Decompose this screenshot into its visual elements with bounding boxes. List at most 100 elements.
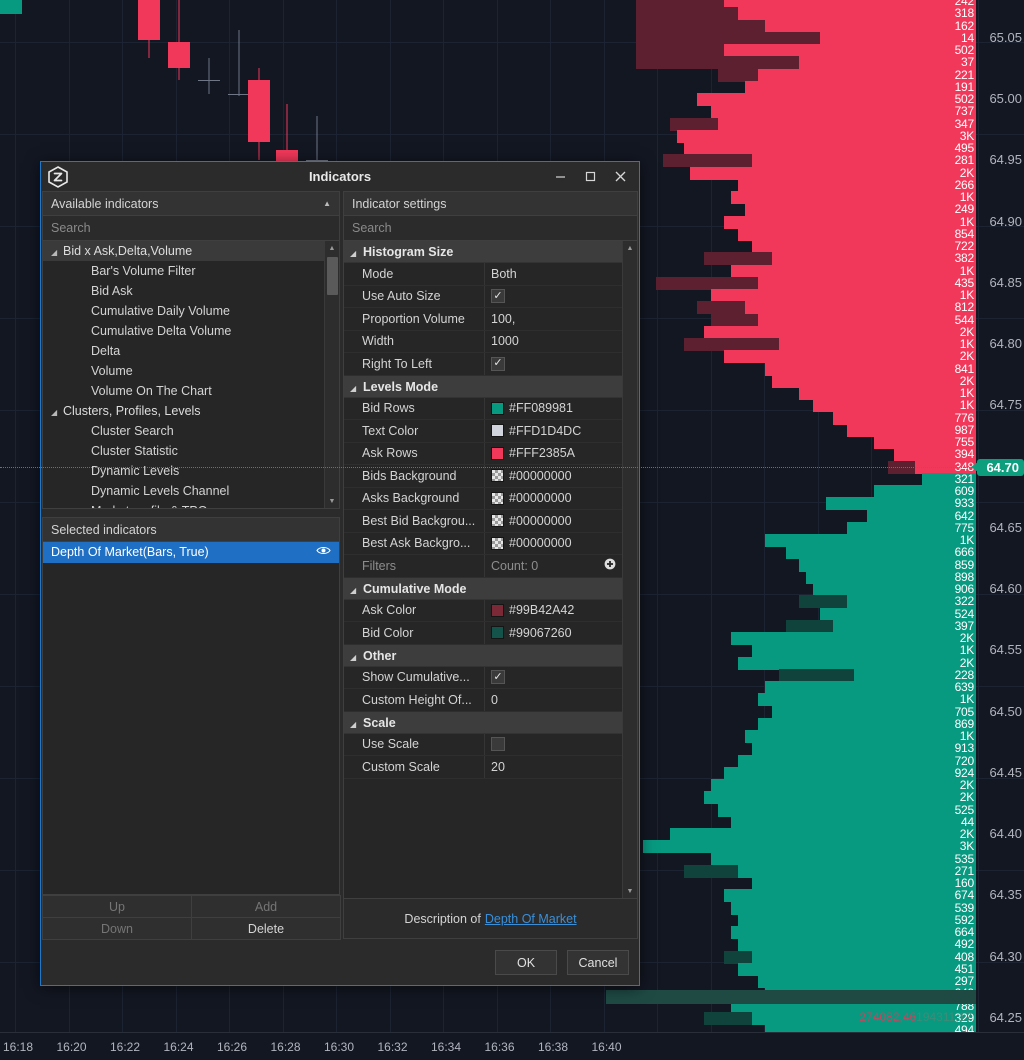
- settings-row[interactable]: Custom Height Of...0: [344, 689, 622, 712]
- settings-group-header[interactable]: ◢Other: [344, 645, 622, 667]
- color-swatch[interactable]: [491, 492, 504, 505]
- dom-row[interactable]: 318: [0, 7, 1024, 20]
- ok-button[interactable]: OK: [495, 950, 557, 975]
- settings-row[interactable]: Show Cumulative...✓: [344, 667, 622, 690]
- dom-row[interactable]: 737: [0, 105, 1024, 118]
- settings-checkbox[interactable]: ✓: [491, 289, 505, 303]
- scrollbar-thumb[interactable]: [327, 257, 338, 295]
- tree-item-row[interactable]: Delta: [43, 341, 339, 361]
- settings-row-value[interactable]: #00000000: [484, 510, 622, 532]
- selected-indicator-item[interactable]: Depth Of Market(Bars, True): [43, 542, 339, 563]
- color-swatch[interactable]: [491, 447, 504, 460]
- delete-indicator-button[interactable]: Delete: [191, 917, 341, 940]
- settings-row-value[interactable]: ✓: [484, 353, 622, 375]
- close-button[interactable]: [605, 162, 635, 191]
- color-swatch[interactable]: [491, 424, 504, 437]
- available-indicators-header[interactable]: Available indicators ▲: [42, 191, 340, 216]
- color-swatch[interactable]: [491, 626, 504, 639]
- scroll-up-arrow-icon[interactable]: ▲: [325, 241, 339, 255]
- dom-row[interactable]: 502: [0, 44, 1024, 57]
- description-link[interactable]: Depth Of Market: [485, 912, 577, 926]
- dom-row[interactable]: 495: [0, 142, 1024, 155]
- dom-row[interactable]: 50265.00: [0, 93, 1024, 106]
- settings-scroll-up-arrow-icon[interactable]: ▲: [623, 241, 637, 255]
- settings-row-value[interactable]: 20: [484, 756, 622, 778]
- color-swatch[interactable]: [491, 537, 504, 550]
- settings-row-value[interactable]: #00000000: [484, 533, 622, 555]
- settings-row[interactable]: FiltersCount: 0: [344, 555, 622, 578]
- dom-row[interactable]: 221: [0, 69, 1024, 82]
- settings-search-input[interactable]: Search: [343, 216, 638, 241]
- dom-row[interactable]: 347: [0, 118, 1024, 131]
- color-swatch[interactable]: [491, 604, 504, 617]
- available-search-input[interactable]: Search: [42, 216, 340, 241]
- settings-row-value[interactable]: #00000000: [484, 488, 622, 510]
- settings-checkbox[interactable]: [491, 737, 505, 751]
- tree-item-row[interactable]: Cluster Search: [43, 421, 339, 441]
- dialog-titlebar[interactable]: Indicators: [41, 162, 639, 191]
- tree-expand-arrow-icon[interactable]: ◢: [51, 403, 63, 423]
- color-swatch[interactable]: [491, 469, 504, 482]
- tree-item-row[interactable]: Market profile & TPO: [43, 501, 339, 509]
- tree-item-row[interactable]: Bid Ask: [43, 281, 339, 301]
- scroll-down-arrow-icon[interactable]: ▼: [325, 494, 339, 508]
- dom-row[interactable]: 3K: [0, 130, 1024, 143]
- settings-row[interactable]: Bid Color#99067260: [344, 622, 622, 645]
- dom-row[interactable]: 1465.05: [0, 32, 1024, 45]
- color-swatch[interactable]: [491, 514, 504, 527]
- group-collapse-arrow-icon[interactable]: ◢: [350, 243, 363, 265]
- dom-row[interactable]: 162: [0, 20, 1024, 33]
- add-indicator-button[interactable]: Add: [191, 895, 341, 918]
- color-swatch[interactable]: [491, 402, 504, 415]
- settings-row-value[interactable]: 100,: [484, 308, 622, 330]
- plus-circle-icon[interactable]: [604, 558, 616, 573]
- settings-row[interactable]: Use Scale: [344, 734, 622, 757]
- settings-group-header[interactable]: ◢Cumulative Mode: [344, 578, 622, 600]
- dom-row[interactable]: 191: [0, 81, 1024, 94]
- available-indicators-tree[interactable]: ◢Bid x Ask,Delta,VolumeBar's Volume Filt…: [42, 241, 340, 509]
- dom-row[interactable]: 37: [0, 56, 1024, 69]
- eye-icon[interactable]: [316, 542, 331, 563]
- settings-row-value[interactable]: #00000000: [484, 465, 622, 487]
- tree-group-row[interactable]: ◢Clusters, Profiles, Levels: [43, 401, 339, 421]
- settings-row[interactable]: Best Bid Backgrou...#00000000: [344, 510, 622, 533]
- maximize-button[interactable]: [575, 162, 605, 191]
- settings-row[interactable]: Proportion Volume100,: [344, 308, 622, 331]
- settings-row-value[interactable]: 1000: [484, 331, 622, 353]
- tree-item-row[interactable]: Cumulative Delta Volume: [43, 321, 339, 341]
- tree-item-row[interactable]: Cumulative Daily Volume: [43, 301, 339, 321]
- settings-row[interactable]: Best Ask Backgro...#00000000: [344, 533, 622, 556]
- cancel-button[interactable]: Cancel: [567, 950, 629, 975]
- tree-item-row[interactable]: Volume On The Chart: [43, 381, 339, 401]
- minimize-button[interactable]: [545, 162, 575, 191]
- tree-expand-arrow-icon[interactable]: ◢: [51, 243, 63, 263]
- settings-row-value[interactable]: #99067260: [484, 622, 622, 644]
- settings-row[interactable]: ModeBoth: [344, 263, 622, 286]
- selected-indicators-list[interactable]: Depth Of Market(Bars, True): [42, 542, 340, 895]
- settings-group-header[interactable]: ◢Histogram Size: [344, 241, 622, 263]
- settings-row-value[interactable]: 0: [484, 689, 622, 711]
- settings-row[interactable]: Text Color#FFD1D4DC: [344, 420, 622, 443]
- group-collapse-arrow-icon[interactable]: ◢: [350, 647, 363, 669]
- settings-group-header[interactable]: ◢Scale: [344, 712, 622, 734]
- tree-item-row[interactable]: Dynamic Levels: [43, 461, 339, 481]
- time-axis[interactable]: 16:1816:2016:2216:2416:2616:2816:3016:32…: [0, 1032, 1024, 1060]
- settings-row[interactable]: Ask Color#99B42A42: [344, 600, 622, 623]
- settings-checkbox[interactable]: ✓: [491, 670, 505, 684]
- settings-row-value[interactable]: #FFD1D4DC: [484, 420, 622, 442]
- settings-row-value[interactable]: [484, 734, 622, 756]
- tree-group-row[interactable]: ◢Bid x Ask,Delta,Volume: [43, 241, 339, 261]
- settings-checkbox[interactable]: ✓: [491, 357, 505, 371]
- group-collapse-arrow-icon[interactable]: ◢: [350, 580, 363, 602]
- chevron-up-icon[interactable]: ▲: [323, 199, 331, 208]
- tree-item-row[interactable]: Dynamic Levels Channel: [43, 481, 339, 501]
- group-collapse-arrow-icon[interactable]: ◢: [350, 714, 363, 736]
- settings-scroll-down-arrow-icon[interactable]: ▼: [623, 884, 637, 898]
- settings-row[interactable]: Asks Background#00000000: [344, 488, 622, 511]
- settings-row-value[interactable]: #FFF2385A: [484, 443, 622, 465]
- tree-item-row[interactable]: Cluster Statistic: [43, 441, 339, 461]
- settings-row-value[interactable]: Both: [484, 263, 622, 285]
- move-up-button[interactable]: Up: [42, 895, 192, 918]
- settings-row[interactable]: Bid Rows#FF089981: [344, 398, 622, 421]
- settings-row-value[interactable]: Count: 0: [484, 555, 622, 577]
